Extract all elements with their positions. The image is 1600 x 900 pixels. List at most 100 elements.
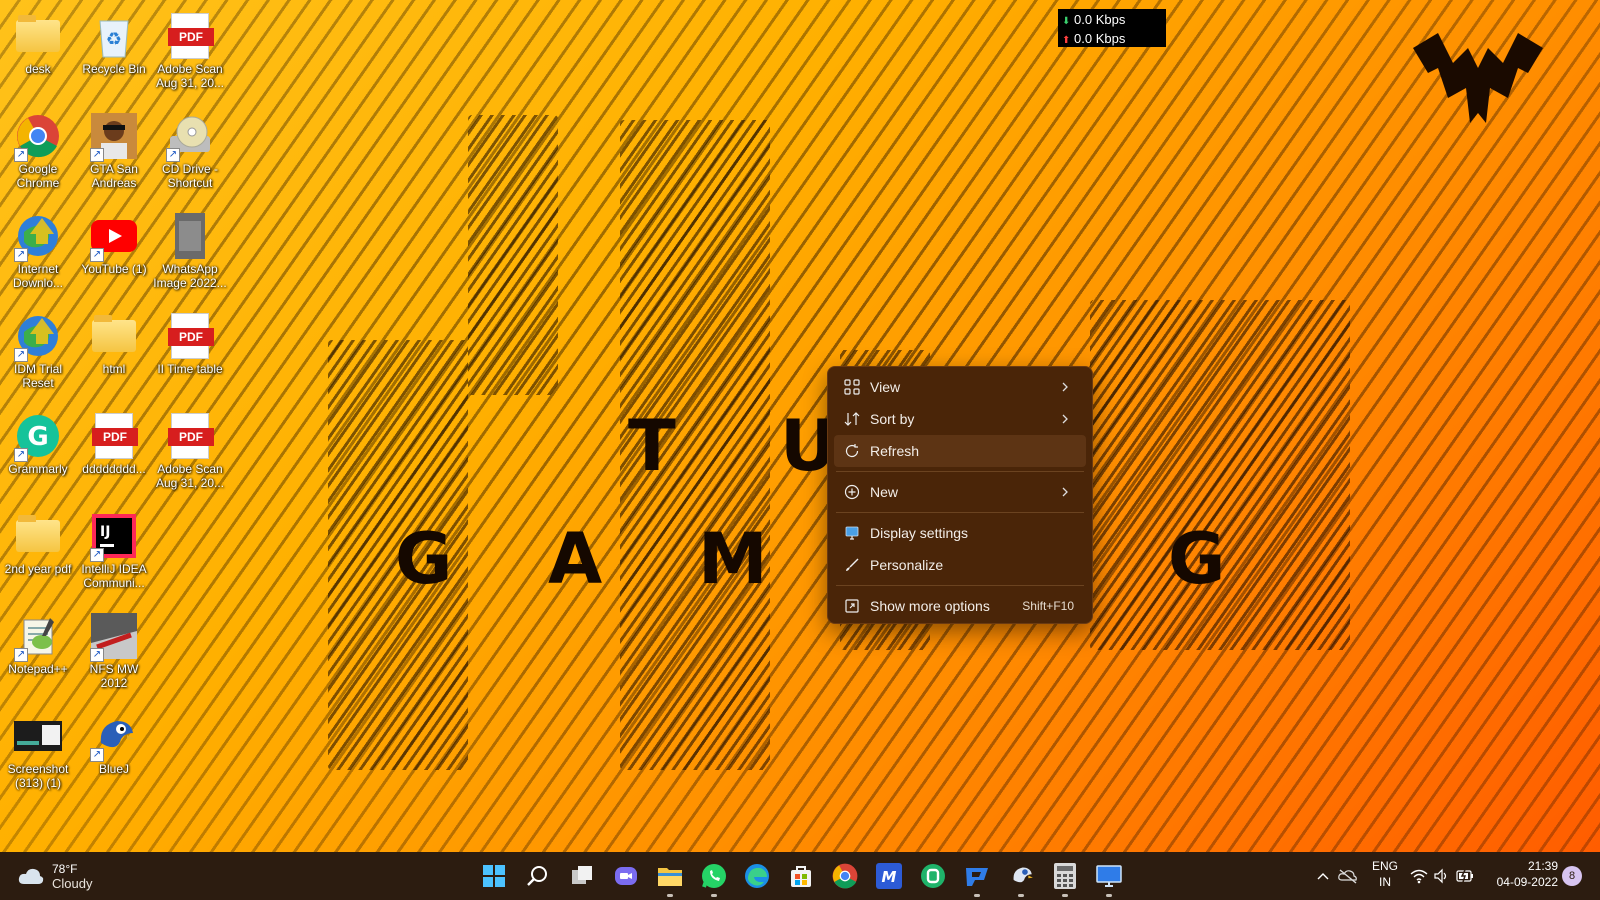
region-code: IN bbox=[1379, 875, 1391, 889]
folder-icon bbox=[90, 312, 138, 360]
desktop-icon-bluej[interactable]: ↗ BlueJ bbox=[76, 706, 152, 802]
pdf-badge: PDF bbox=[168, 328, 214, 346]
menu-item-label: Display settings bbox=[870, 525, 969, 541]
menu-item-label: View bbox=[870, 379, 901, 395]
icon-label: Screenshot (313) (1) bbox=[7, 762, 69, 790]
weather-condition: Cloudy bbox=[52, 875, 93, 891]
menu-item-show-more-options[interactable]: Show more options Shift+F10 bbox=[834, 590, 1086, 622]
menu-item-view[interactable]: View bbox=[834, 371, 1086, 403]
chat-camera-icon bbox=[615, 867, 637, 885]
calculator-button[interactable] bbox=[1050, 861, 1080, 897]
chat-button[interactable] bbox=[611, 861, 641, 891]
refresh-icon bbox=[845, 444, 859, 458]
svg-text:M: M bbox=[882, 868, 897, 886]
intellij-icon: IJ ↗ bbox=[90, 512, 138, 562]
brush-icon bbox=[846, 558, 859, 571]
weather-widget[interactable]: 78°F Cloudy bbox=[18, 857, 92, 895]
idm-globe-icon: ↗ bbox=[14, 312, 62, 362]
desktop-icon-cd-drive-shortcut[interactable]: ↗ CD Drive - Shortcut bbox=[152, 106, 228, 202]
image-thumbnail-icon bbox=[14, 712, 62, 760]
icon-label: Adobe Scan Aug 31, 20... bbox=[155, 62, 225, 90]
display-app-button[interactable] bbox=[1094, 861, 1124, 897]
desktop-icon-whatsapp-image[interactable]: WhatsApp Image 2022... bbox=[152, 206, 228, 302]
volume-icon[interactable] bbox=[1434, 868, 1450, 884]
icon-label: Google Chrome bbox=[16, 162, 60, 190]
clock[interactable]: 21:39 04-09-2022 bbox=[1488, 852, 1558, 900]
display-app-icon bbox=[1096, 865, 1122, 887]
search-button[interactable] bbox=[523, 861, 553, 891]
grammarly-icon: G ↗ bbox=[14, 412, 62, 462]
menu-item-display-settings[interactable]: Display settings bbox=[834, 517, 1086, 549]
running-indicator bbox=[711, 894, 717, 897]
menu-item-label: Personalize bbox=[870, 557, 944, 573]
icon-label: Grammarly bbox=[8, 462, 68, 476]
icon-label: GTA San Andreas bbox=[90, 162, 138, 190]
desktop-icon-recycle-bin[interactable]: ♻ Recycle Bin bbox=[76, 6, 152, 102]
sort-icon bbox=[844, 412, 860, 426]
shortcut-arrow-icon: ↗ bbox=[166, 148, 180, 162]
pdf-icon: PDF bbox=[166, 312, 214, 360]
desktop-icon-internet-download-manager[interactable]: ↗ Internet Downlo... bbox=[0, 206, 76, 302]
youtube-icon: ↗ bbox=[90, 212, 138, 262]
menu-item-personalize[interactable]: Personalize bbox=[834, 549, 1086, 581]
icon-label: YouTube (1) bbox=[81, 262, 147, 276]
pdf-icon: PDF bbox=[166, 412, 214, 460]
app-m-button[interactable]: M bbox=[874, 861, 904, 891]
chrome-button[interactable] bbox=[830, 861, 860, 891]
notification-count-badge[interactable]: 8 bbox=[1562, 866, 1582, 886]
desktop-icon-2nd-year-pdf[interactable]: 2nd year pdf bbox=[0, 506, 76, 602]
language-indicator[interactable]: ENG IN bbox=[1370, 852, 1400, 900]
desktop-icon-desk[interactable]: desk bbox=[0, 6, 76, 102]
wifi-icon[interactable] bbox=[1410, 868, 1428, 884]
wallpaper-letter: M bbox=[698, 518, 768, 600]
file-explorer-button[interactable] bbox=[655, 861, 685, 897]
whatsapp-button[interactable] bbox=[699, 861, 729, 897]
desktop-icon-pdf-dddd[interactable]: PDF dddddddd... bbox=[76, 406, 152, 502]
start-button[interactable] bbox=[479, 861, 509, 891]
folder-icon bbox=[14, 12, 62, 60]
task-view-button[interactable] bbox=[567, 861, 597, 891]
menu-item-refresh[interactable]: Refresh bbox=[834, 435, 1086, 467]
desktop-icon-adobe-scan-1[interactable]: PDF Adobe Scan Aug 31, 20... bbox=[152, 6, 228, 102]
onedrive-offline-icon[interactable] bbox=[1338, 868, 1358, 884]
desktop-icon-nfs-mw-2012[interactable]: ↗ NFS MW 2012 bbox=[76, 606, 152, 702]
tuf-logo bbox=[1413, 33, 1543, 123]
desktop-icon-gta-san-andreas[interactable]: ↗ GTA San Andreas bbox=[76, 106, 152, 202]
desktop-icon-grammarly[interactable]: G ↗ Grammarly bbox=[0, 406, 76, 502]
desktop-icon-screenshot[interactable]: Screenshot (313) (1) bbox=[0, 706, 76, 802]
running-indicator bbox=[1018, 894, 1024, 897]
icon-label: dddddddd... bbox=[82, 462, 146, 476]
desktop-icon-idm-trial-reset[interactable]: ↗ IDM Trial Reset bbox=[0, 306, 76, 402]
running-indicator bbox=[974, 894, 980, 897]
desktop-icon-intellij-idea[interactable]: IJ ↗ IntelliJ IDEA Communi... bbox=[76, 506, 152, 602]
wallpaper-panel bbox=[468, 115, 558, 395]
menu-item-label: Show more options bbox=[870, 598, 990, 614]
bluej-button[interactable] bbox=[1006, 861, 1036, 897]
weather-temperature: 78°F bbox=[52, 861, 78, 876]
edge-button[interactable] bbox=[742, 861, 772, 891]
icon-label: Adobe Scan Aug 31, 20... bbox=[155, 462, 225, 490]
desktop-icon-google-chrome[interactable]: ↗ Google Chrome bbox=[0, 106, 76, 202]
icon-label: CD Drive - Shortcut bbox=[162, 162, 218, 190]
wallpaper-letter: G bbox=[395, 518, 453, 600]
app-green-button[interactable] bbox=[918, 861, 948, 891]
bluej-bird-icon: ↗ bbox=[90, 712, 138, 762]
upload-speed: ⬆ 0.0 Kbps bbox=[1062, 30, 1162, 49]
desktop-icon-ii-time-table[interactable]: PDF II Time table bbox=[152, 306, 228, 402]
battery-charging-icon[interactable] bbox=[1456, 869, 1474, 883]
icon-label: Recycle Bin bbox=[82, 62, 146, 76]
desktop-icon-html[interactable]: html bbox=[76, 306, 152, 402]
app-m-icon: M bbox=[876, 863, 902, 889]
desktop-icon-adobe-scan-2[interactable]: PDF Adobe Scan Aug 31, 20... bbox=[152, 406, 228, 502]
chevron-right-icon bbox=[1062, 487, 1068, 497]
icon-label: WhatsApp Image 2022... bbox=[153, 262, 227, 290]
app-blue-button[interactable] bbox=[962, 861, 992, 897]
menu-item-new[interactable]: New bbox=[834, 476, 1086, 508]
display-icon bbox=[845, 526, 859, 540]
menu-item-sort-by[interactable]: Sort by bbox=[834, 403, 1086, 435]
desktop-icon-youtube[interactable]: ↗ YouTube (1) bbox=[76, 206, 152, 302]
store-button[interactable] bbox=[786, 861, 816, 891]
chevron-up-icon[interactable] bbox=[1316, 870, 1330, 882]
desktop-icon-notepad-plus-plus[interactable]: ↗ Notepad++ bbox=[0, 606, 76, 702]
running-indicator bbox=[1062, 894, 1068, 897]
